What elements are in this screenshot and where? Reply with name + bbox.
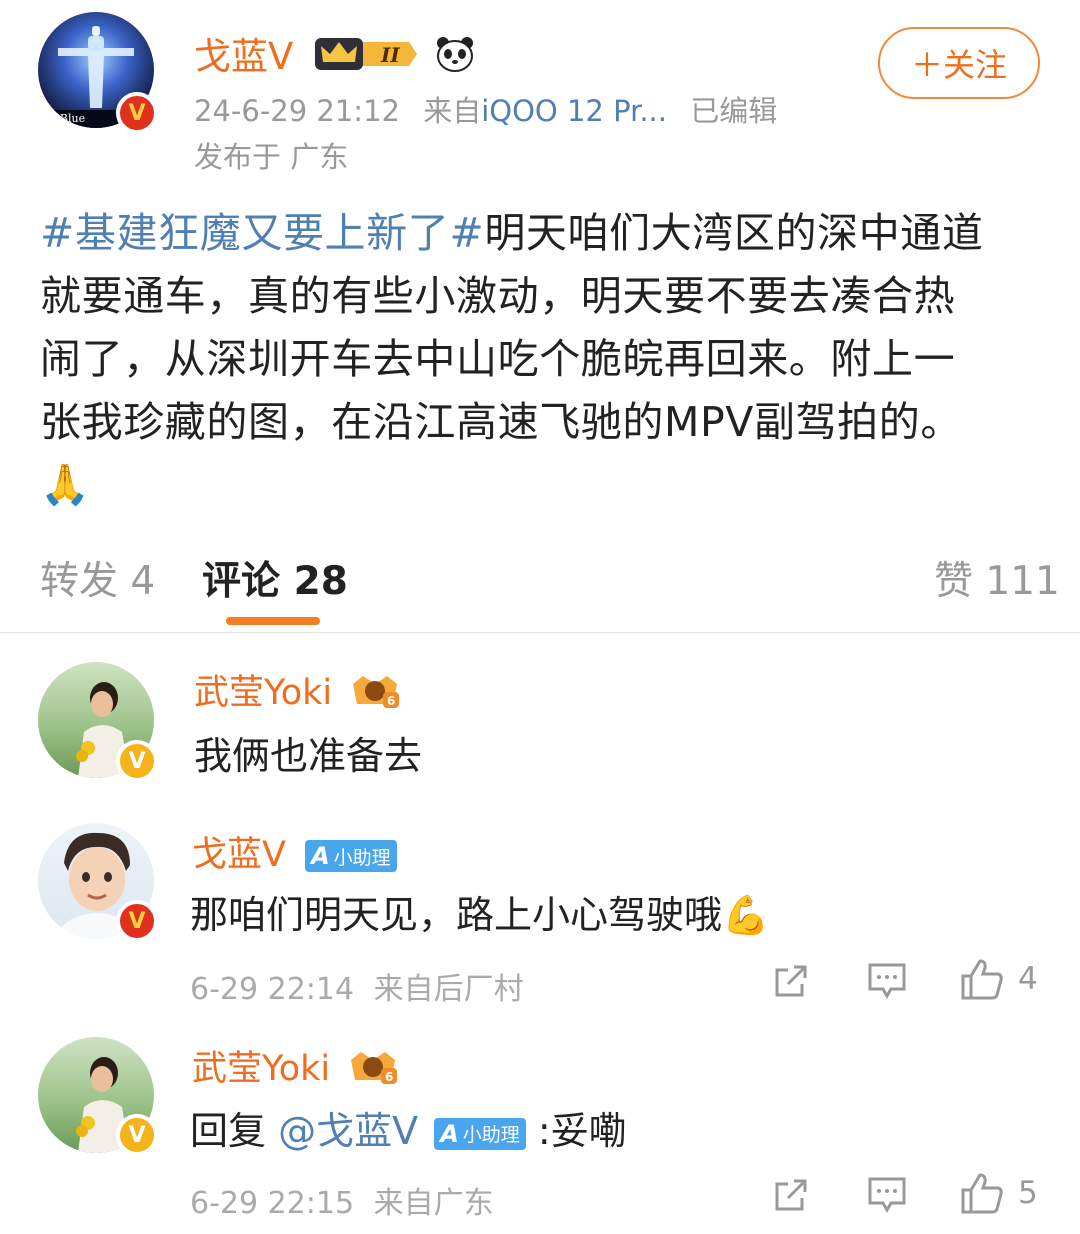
post-line: 就要通车，真的有些小激动，明天要不要去凑合热: [40, 272, 956, 320]
verified-red-icon: V: [116, 92, 158, 134]
avatar-caption: t Blue: [52, 112, 86, 125]
comment-source: 来自后厂村: [373, 972, 524, 1007]
svg-text:6: 6: [387, 694, 395, 708]
ai-icon: A: [311, 842, 330, 870]
fan-badge-icon[interactable]: 6: [347, 1046, 399, 1095]
like-button[interactable]: 4: [960, 958, 1038, 1000]
comment-author-row: 武莹Yoki 6: [192, 1040, 399, 1095]
comment-author-name[interactable]: 戈蓝V: [192, 835, 286, 875]
praying-hands-emoji: 🙏: [40, 462, 91, 508]
comment-icon: [868, 963, 906, 1000]
post-line: 明天咱们大湾区的深中通道: [484, 209, 984, 257]
verified-red-icon: V: [116, 900, 158, 942]
assistant-badge-label: 小助理: [462, 1124, 520, 1146]
edited-label[interactable]: 已编辑: [690, 94, 777, 128]
comment-meta: 6-29 22:15 来自广东: [190, 1178, 494, 1222]
post-author-name[interactable]: 戈蓝V: [194, 35, 293, 78]
tab-likes[interactable]: 赞 111: [934, 550, 1060, 606]
flexed-biceps-emoji: 💪: [722, 893, 770, 937]
fan-badge-icon[interactable]: 6: [349, 670, 401, 719]
post-author-row: 戈蓝V II: [194, 26, 475, 83]
ai-icon: A: [440, 1119, 459, 1148]
source-prefix: 来自: [423, 94, 482, 128]
post-line: 闹了，从深圳开车去中山吃个脆皖再回来。附上一: [40, 335, 956, 383]
comment-author-name[interactable]: 武莹Yoki: [192, 1049, 330, 1089]
svg-text:6: 6: [385, 1070, 393, 1084]
like-count: 5: [1018, 1175, 1038, 1211]
mention-link[interactable]: @戈蓝V: [278, 1109, 418, 1153]
share-icon: [775, 1179, 807, 1211]
comment-text-body: 那咱们明天见，路上小心驾驶哦: [190, 893, 723, 937]
like-button[interactable]: 5: [960, 1172, 1038, 1214]
hashtag-link[interactable]: #基建狂魔又要上新了#: [40, 209, 484, 257]
post-line: 张我珍藏的图，在沿江高速飞驰的MPV副驾拍的。: [40, 398, 962, 446]
assistant-badge[interactable]: A 小助理: [305, 840, 397, 872]
like-icon: [961, 959, 1003, 1000]
follow-button[interactable]: ＋关注: [878, 27, 1040, 99]
comment-author-name[interactable]: 武莹Yoki: [194, 673, 332, 713]
assistant-badge-label: 小助理: [333, 846, 391, 869]
post-content: #基建狂魔又要上新了#明天咱们大湾区的深中通道 就要通车，真的有些小激动，明天要…: [40, 202, 1040, 517]
source-device-link[interactable]: iQOO 12 Pr...: [481, 94, 667, 128]
reply-button[interactable]: [867, 962, 907, 1000]
post-timestamp: 24-6-29 21:12: [194, 94, 400, 128]
share-icon: [775, 965, 807, 997]
tab-repost[interactable]: 转发 4: [40, 550, 155, 606]
crown-badge-icon[interactable]: II: [313, 34, 418, 83]
share-button[interactable]: [772, 962, 810, 1000]
svg-text:II: II: [380, 43, 400, 67]
post-meta: 24-6-29 21:12 来自iQOO 12 Pr... 已编辑: [194, 88, 777, 130]
active-tab-indicator: [226, 617, 320, 625]
comment-icon: [868, 1177, 906, 1214]
comment-text: 那咱们明天见，路上小心驾驶哦💪: [190, 884, 769, 939]
comment-time: 6-29 22:14: [190, 972, 355, 1007]
verified-gold-icon: V: [116, 740, 158, 782]
like-icon: [961, 1173, 1003, 1214]
comment-text: 我俩也准备去: [194, 734, 423, 778]
like-count: 4: [1018, 961, 1038, 997]
assistant-badge[interactable]: A 小助理: [434, 1117, 526, 1150]
comment-text-body: :妥嘞: [537, 1109, 627, 1153]
comment-author-row: 武莹Yoki 6: [194, 664, 401, 719]
divider: [0, 632, 1080, 633]
reply-prefix: 回复: [190, 1109, 267, 1153]
panda-icon: [435, 35, 475, 82]
comment-time: 6-29 22:15: [190, 1186, 355, 1221]
comment-text: 回复 @戈蓝V A 小助理 :妥嘞: [190, 1100, 627, 1155]
tab-comments[interactable]: 评论 28: [202, 550, 348, 606]
verified-gold-icon: V: [116, 1114, 158, 1156]
comment-author-row: 戈蓝V A 小助理: [192, 826, 397, 877]
post-location: 发布于 广东: [194, 140, 349, 174]
comment-meta: 6-29 22:14 来自后厂村: [190, 964, 524, 1008]
reply-button[interactable]: [867, 1176, 907, 1214]
comment-source: 来自广东: [373, 1186, 494, 1221]
share-button[interactable]: [772, 1176, 810, 1214]
